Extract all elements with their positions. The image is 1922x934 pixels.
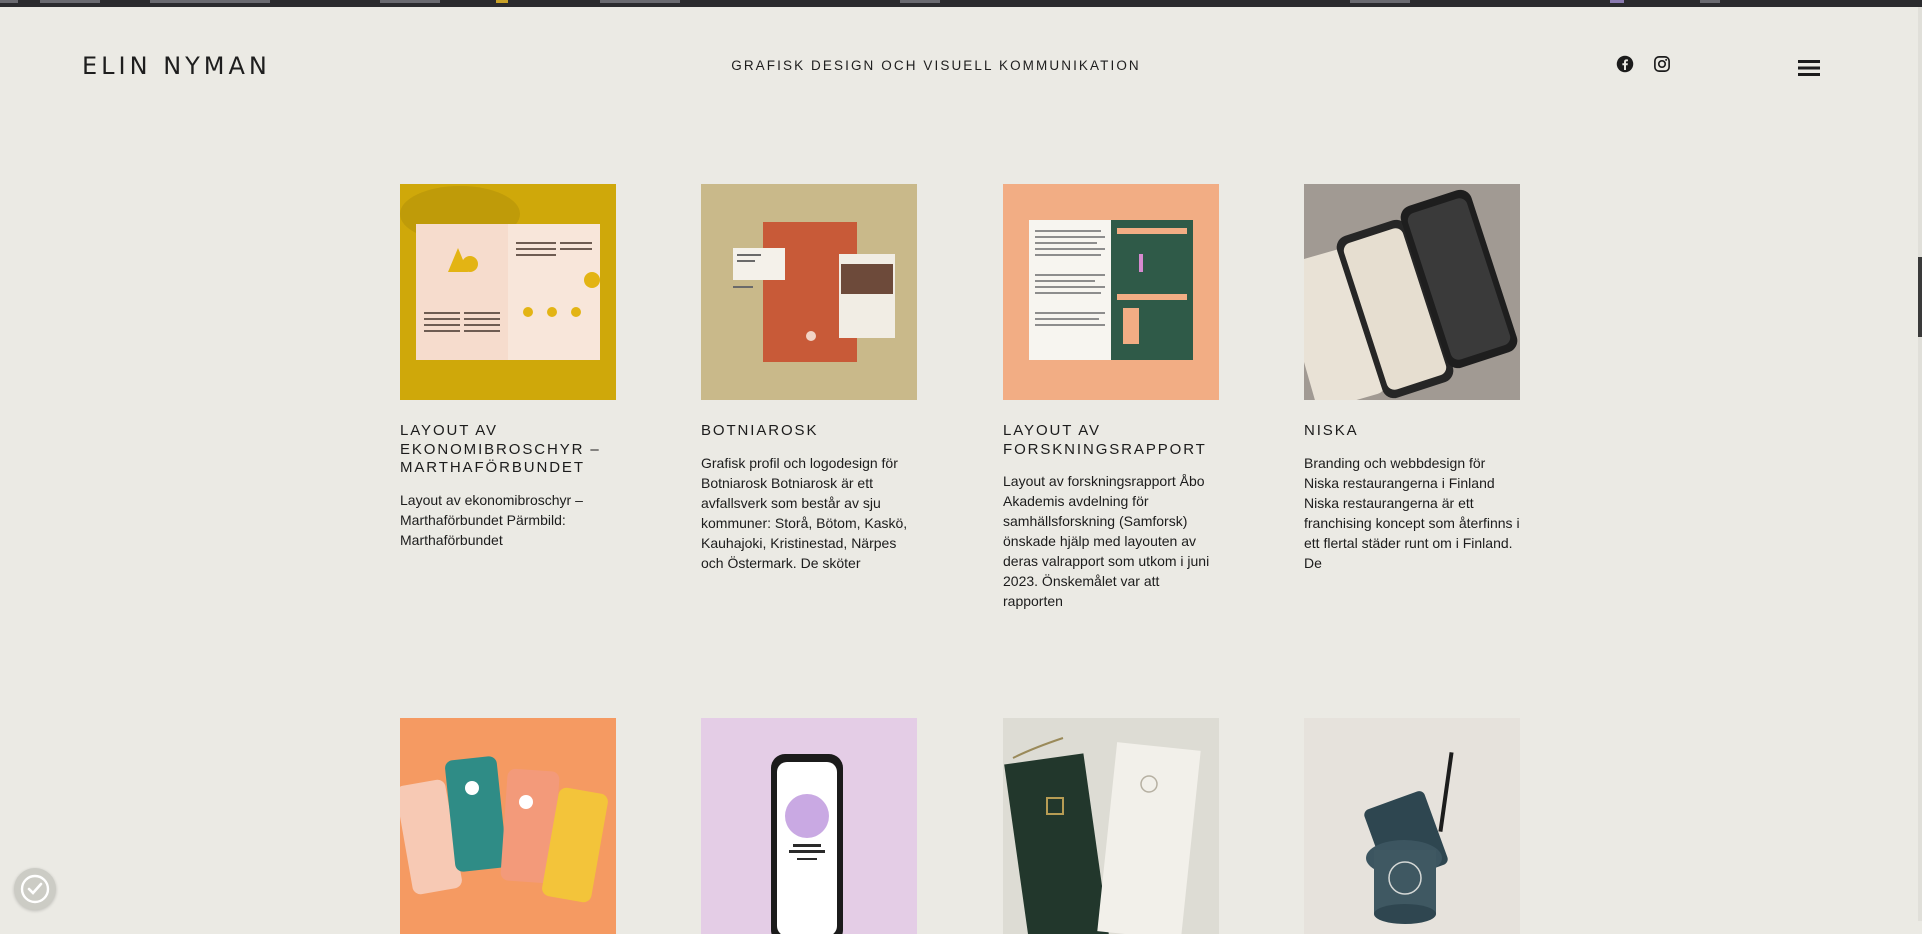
project-description: Layout av forskningsrapport Åbo Akademis…: [1003, 473, 1210, 609]
project-description: Grafisk profil och logodesign för Botnia…: [701, 454, 908, 571]
project-thumbnail[interactable]: [1304, 184, 1520, 400]
project-thumbnail[interactable]: [1304, 718, 1520, 934]
project-title[interactable]: LAYOUT AV EKONOMIBROSCHYR – MARTHAFÖRBUN…: [400, 422, 616, 478]
project-title[interactable]: LAYOUT AV FORSKNINGSRAPPORT: [1003, 422, 1219, 459]
project-thumbnail[interactable]: [1003, 718, 1219, 934]
project-card-8[interactable]: [1304, 718, 1520, 934]
project-card-5[interactable]: [400, 718, 616, 934]
project-thumbnail[interactable]: [400, 184, 616, 400]
project-thumbnail[interactable]: [701, 184, 917, 400]
project-card-botniarosk[interactable]: BOTNIAROSK Grafisk profil och logodesign…: [701, 184, 917, 573]
project-card-forskningsrapport[interactable]: LAYOUT AV FORSKNINGSRAPPORT Layout av fo…: [1003, 184, 1219, 611]
instagram-icon[interactable]: [1653, 55, 1673, 75]
project-card-6[interactable]: [701, 718, 917, 934]
browser-top-bar: [0, 0, 1922, 7]
project-card-7[interactable]: [1003, 718, 1219, 934]
scrollbar-thumb[interactable]: [1918, 257, 1922, 337]
project-thumbnail[interactable]: [400, 718, 616, 934]
site-tagline: GRAFISK DESIGN OCH VISUELL KOMMUNIKATION: [731, 58, 1141, 73]
project-title[interactable]: BOTNIAROSK: [701, 422, 917, 441]
project-card-marthaforbundet[interactable]: LAYOUT AV EKONOMIBROSCHYR – MARTHAFÖRBUN…: [400, 184, 616, 550]
project-thumbnail[interactable]: [1003, 184, 1219, 400]
facebook-icon[interactable]: [1616, 55, 1636, 75]
project-description: Branding och webbdesign för Niska restau…: [1304, 454, 1520, 571]
cookie-consent-icon[interactable]: [14, 868, 56, 910]
hamburger-menu-icon[interactable]: [1797, 58, 1821, 78]
page-scrollbar[interactable]: [1918, 7, 1922, 921]
project-title[interactable]: NISKA: [1304, 422, 1520, 441]
site-header: ELIN NYMAN GRAFISK DESIGN OCH VISUELL KO…: [0, 7, 1922, 127]
project-description: Layout av ekonomibroschyr – Marthaförbun…: [400, 491, 583, 548]
project-card-niska[interactable]: NISKA Branding och webbdesign för Niska …: [1304, 184, 1520, 573]
project-thumbnail[interactable]: [701, 718, 917, 934]
